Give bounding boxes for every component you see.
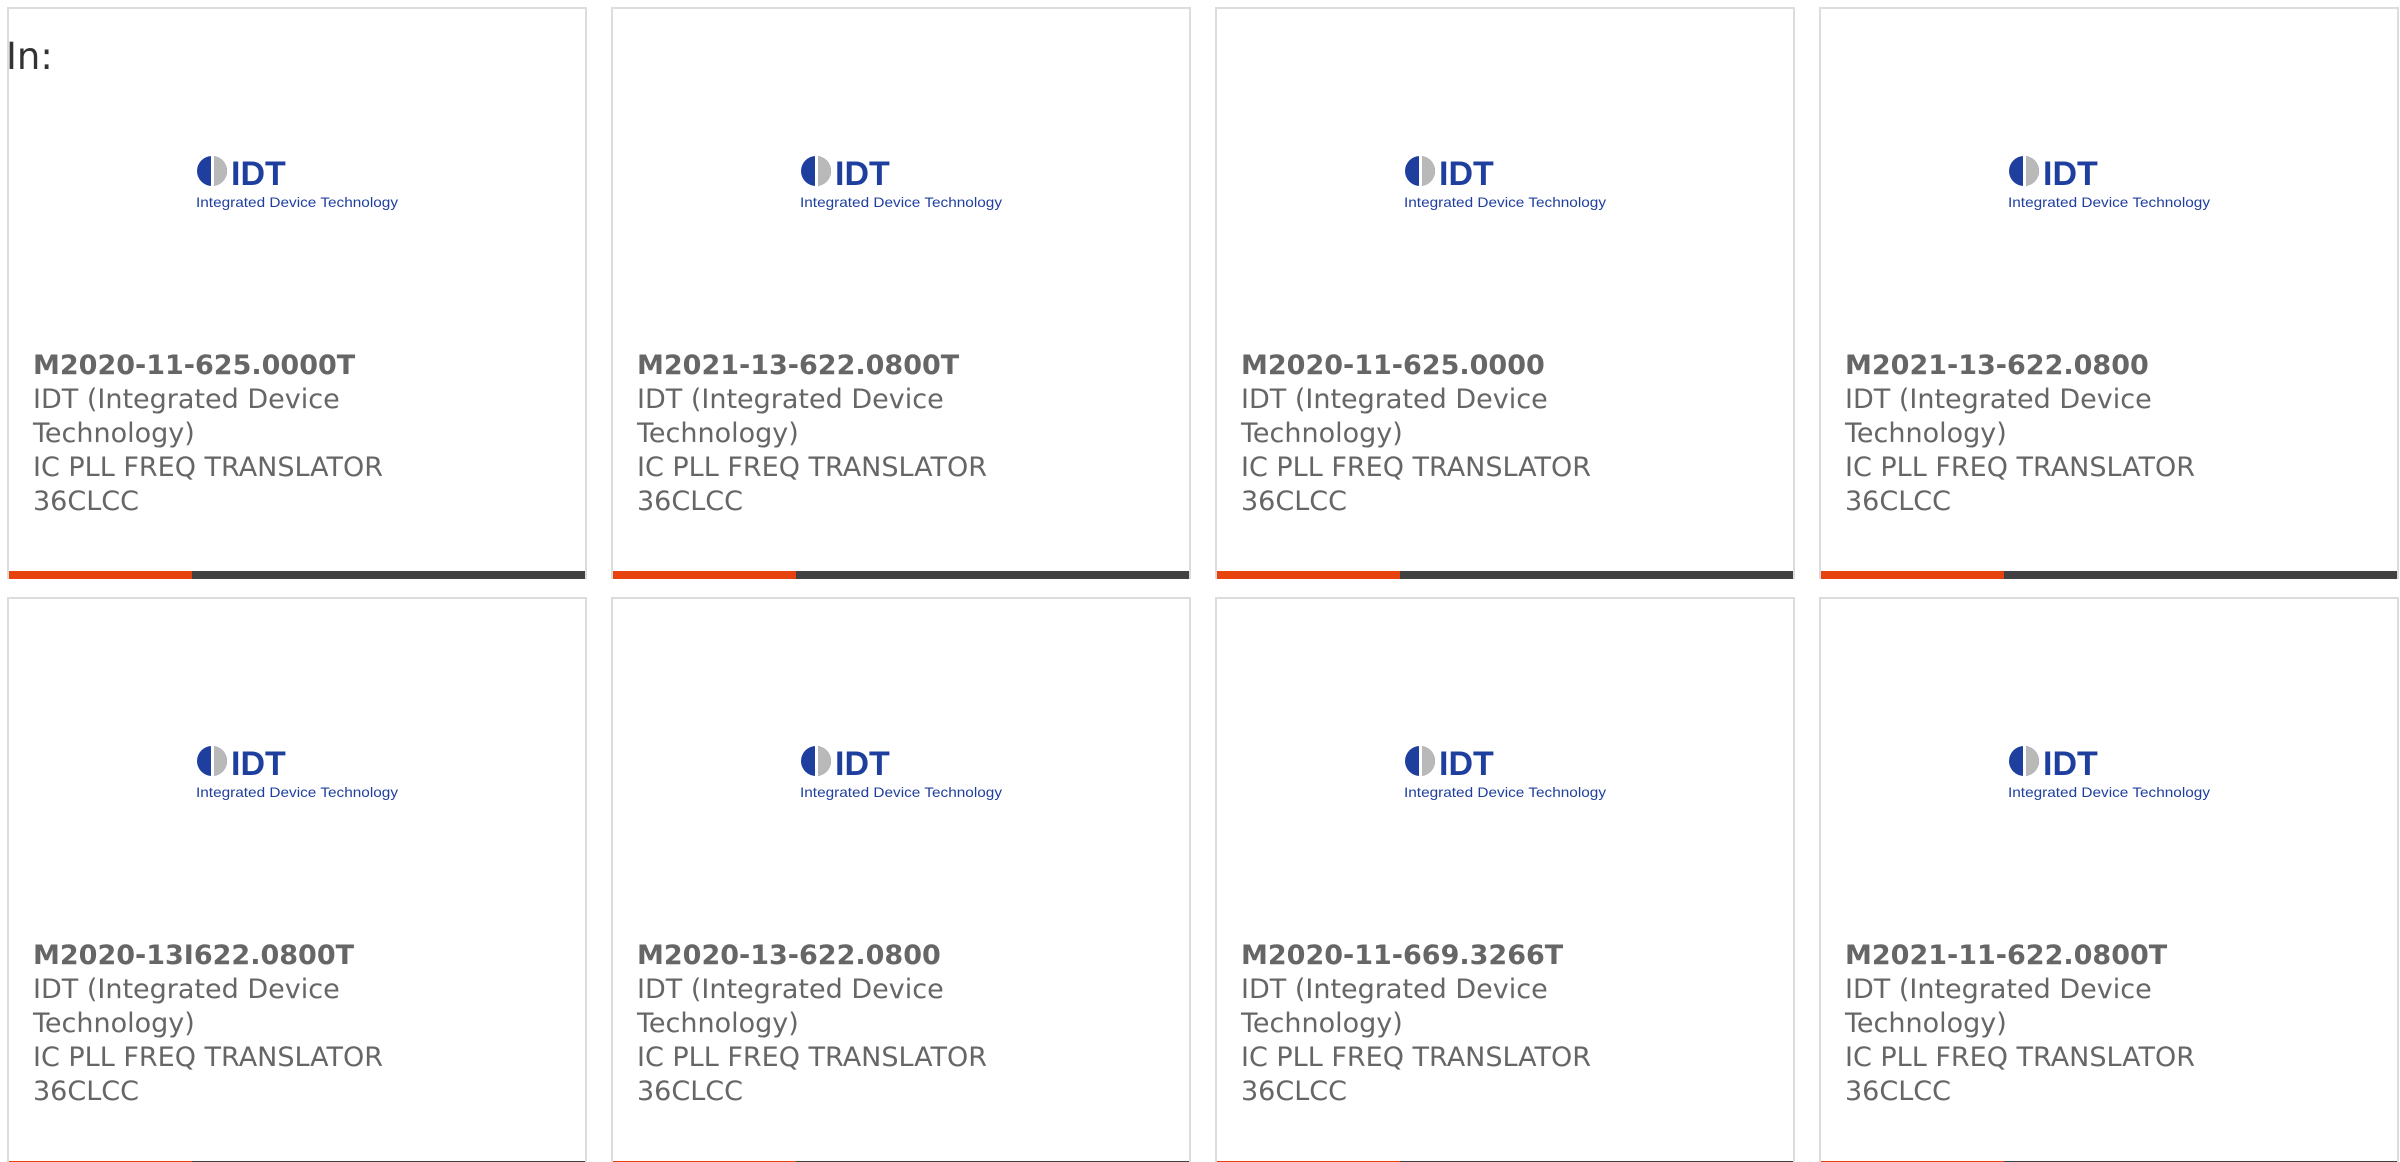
idt-logo-image: IDT Integrated Device Technology [799, 151, 1005, 215]
svg-text:Integrated Device Technology: Integrated Device Technology [2008, 784, 2210, 800]
product-info: M2021-11-622.0800T IDT (Integrated Devic… [1845, 939, 2205, 1109]
product-info: M2020-11-625.0000 IDT (Integrated Device… [1241, 349, 1601, 519]
product-manufacturer: IDT (Integrated Device Technology) [1845, 974, 2152, 1039]
product-card[interactable]: IDT Integrated Device Technology M2020-1… [7, 597, 587, 1162]
card-accent-bar [1821, 571, 2004, 579]
product-card[interactable]: IDT Integrated Device Technology M2020-1… [1215, 597, 1795, 1162]
svg-text:IDT: IDT [231, 155, 286, 193]
product-info: M2020-13-622.0800 IDT (Integrated Device… [637, 939, 997, 1109]
product-part-number[interactable]: M2021-13-622.0800 [1845, 349, 2205, 383]
product-manufacturer: IDT (Integrated Device Technology) [33, 974, 340, 1039]
product-card[interactable]: IDT Integrated Device Technology M2021-1… [1819, 597, 2399, 1162]
product-manufacturer: IDT (Integrated Device Technology) [1845, 384, 2152, 449]
card-accent-bar [613, 571, 796, 579]
svg-text:Integrated Device Technology: Integrated Device Technology [196, 784, 398, 800]
svg-text:Integrated Device Technology: Integrated Device Technology [196, 194, 398, 210]
product-description: IC PLL FREQ TRANSLATOR 36CLCC [1241, 452, 1592, 517]
product-card[interactable]: IDT Integrated Device Technology M2020-1… [1215, 7, 1795, 579]
svg-text:IDT: IDT [1439, 155, 1494, 193]
idt-logo-image: IDT Integrated Device Technology [799, 741, 1005, 805]
product-description: IC PLL FREQ TRANSLATOR 36CLCC [637, 452, 988, 517]
product-part-number[interactable]: M2021-11-622.0800T [1845, 939, 2205, 973]
product-info: M2020-11-625.0000T IDT (Integrated Devic… [33, 349, 393, 519]
card-accent-bar [1217, 571, 1400, 579]
product-part-number[interactable]: M2020-13-622.0800 [637, 939, 997, 973]
svg-text:Integrated Device Technology: Integrated Device Technology [2008, 194, 2210, 210]
idt-logo-image: IDT Integrated Device Technology [1403, 151, 1609, 215]
product-manufacturer: IDT (Integrated Device Technology) [1241, 974, 1548, 1039]
product-card[interactable]: IDT Integrated Device Technology M2021-1… [611, 7, 1191, 579]
product-description: IC PLL FREQ TRANSLATOR 36CLCC [33, 1042, 384, 1107]
product-manufacturer: IDT (Integrated Device Technology) [637, 974, 944, 1039]
product-info: M2020-13I622.0800T IDT (Integrated Devic… [33, 939, 393, 1109]
product-part-number[interactable]: M2020-11-669.3266T [1241, 939, 1601, 973]
idt-logo-image: IDT Integrated Device Technology [195, 741, 401, 805]
svg-text:IDT: IDT [2043, 155, 2098, 193]
svg-text:IDT: IDT [1439, 745, 1494, 783]
idt-logo-image: IDT Integrated Device Technology [2007, 741, 2213, 805]
product-info: M2021-13-622.0800 IDT (Integrated Device… [1845, 349, 2205, 519]
product-part-number[interactable]: M2020-11-625.0000 [1241, 349, 1601, 383]
product-grid-page: IDT Integrated Device Technology M2020-1… [0, 0, 2400, 1162]
product-description: IC PLL FREQ TRANSLATOR 36CLCC [1845, 452, 2196, 517]
idt-logo-image: IDT Integrated Device Technology [2007, 151, 2213, 215]
card-accent-bar [9, 571, 192, 579]
product-grid: IDT Integrated Device Technology M2020-1… [7, 7, 2399, 1162]
svg-text:IDT: IDT [2043, 745, 2098, 783]
product-manufacturer: IDT (Integrated Device Technology) [637, 384, 944, 449]
idt-logo-image: IDT Integrated Device Technology [195, 151, 401, 215]
product-description: IC PLL FREQ TRANSLATOR 36CLCC [1845, 1042, 2196, 1107]
svg-text:IDT: IDT [835, 745, 890, 783]
in-label: In: [6, 35, 53, 78]
svg-text:IDT: IDT [835, 155, 890, 193]
product-card[interactable]: IDT Integrated Device Technology M2020-1… [7, 7, 587, 579]
product-info: M2021-13-622.0800T IDT (Integrated Devic… [637, 349, 997, 519]
product-manufacturer: IDT (Integrated Device Technology) [1241, 384, 1548, 449]
product-part-number[interactable]: M2020-13I622.0800T [33, 939, 393, 973]
svg-text:Integrated Device Technology: Integrated Device Technology [800, 784, 1002, 800]
svg-text:IDT: IDT [231, 745, 286, 783]
product-card[interactable]: IDT Integrated Device Technology M2021-1… [1819, 7, 2399, 579]
product-description: IC PLL FREQ TRANSLATOR 36CLCC [1241, 1042, 1592, 1107]
product-card[interactable]: IDT Integrated Device Technology M2020-1… [611, 597, 1191, 1162]
product-manufacturer: IDT (Integrated Device Technology) [33, 384, 340, 449]
product-description: IC PLL FREQ TRANSLATOR 36CLCC [637, 1042, 988, 1107]
product-description: IC PLL FREQ TRANSLATOR 36CLCC [33, 452, 384, 517]
idt-logo-image: IDT Integrated Device Technology [1403, 741, 1609, 805]
svg-text:Integrated Device Technology: Integrated Device Technology [1404, 784, 1606, 800]
svg-text:Integrated Device Technology: Integrated Device Technology [1404, 194, 1606, 210]
product-info: M2020-11-669.3266T IDT (Integrated Devic… [1241, 939, 1601, 1109]
product-part-number[interactable]: M2020-11-625.0000T [33, 349, 393, 383]
product-part-number[interactable]: M2021-13-622.0800T [637, 349, 997, 383]
svg-text:Integrated Device Technology: Integrated Device Technology [800, 194, 1002, 210]
